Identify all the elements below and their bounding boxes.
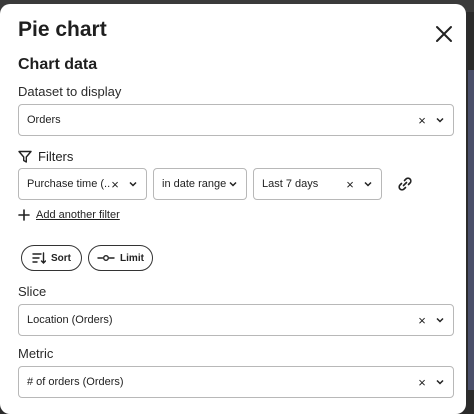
clear-value-icon[interactable]: × <box>345 178 355 191</box>
link-button[interactable] <box>395 174 415 194</box>
slice-label: Slice <box>18 284 47 299</box>
dialog-title: Pie chart <box>18 18 107 41</box>
chevron-down-icon[interactable] <box>363 179 373 189</box>
backdrop-edge <box>468 70 474 390</box>
chevron-down-icon[interactable] <box>228 179 238 189</box>
close-button[interactable] <box>432 22 456 46</box>
chevron-down-icon[interactable] <box>435 315 445 325</box>
metric-select[interactable]: # of orders (Orders) × <box>18 366 454 398</box>
limit-icon <box>97 255 115 261</box>
add-filter-label: Add another filter <box>36 209 120 221</box>
dataset-label: Dataset to display <box>18 84 122 99</box>
sort-label: Sort <box>51 252 71 264</box>
sort-button[interactable]: Sort <box>21 245 82 271</box>
chevron-down-icon[interactable] <box>435 115 445 125</box>
filter-operator-select[interactable]: in date range <box>153 168 247 200</box>
clear-slice-icon[interactable]: × <box>417 314 427 327</box>
clear-metric-icon[interactable]: × <box>417 376 427 389</box>
clear-dataset-icon[interactable]: × <box>417 114 427 127</box>
chevron-down-icon[interactable] <box>435 377 445 387</box>
limit-button[interactable]: Limit <box>88 245 153 271</box>
metric-label: Metric <box>18 346 54 361</box>
clear-field-icon[interactable]: × <box>110 178 120 191</box>
dataset-value: Orders <box>27 114 61 126</box>
pie-chart-dialog: Pie chart Chart data Dataset to display … <box>0 4 466 414</box>
filter-operator-value: in date range <box>162 178 227 190</box>
metric-value: # of orders (Orders) <box>27 376 124 388</box>
slice-select[interactable]: Location (Orders) × <box>18 304 454 336</box>
add-filter-button[interactable]: Add another filter <box>18 209 120 221</box>
filters-label: Filters <box>38 149 74 164</box>
section-title: Chart data <box>18 56 98 73</box>
chevron-down-icon[interactable] <box>128 179 138 189</box>
limit-label: Limit <box>120 252 144 264</box>
link-icon <box>398 177 412 191</box>
filter-value-value: Last 7 days <box>262 178 319 190</box>
filter-field-value: Purchase time (... <box>27 178 110 190</box>
filter-field-select[interactable]: Purchase time (... × <box>18 168 147 200</box>
dataset-select[interactable]: Orders × <box>18 104 454 136</box>
plus-icon <box>18 209 30 221</box>
close-icon <box>436 26 452 42</box>
slice-value: Location (Orders) <box>27 314 113 326</box>
funnel-icon <box>18 150 32 163</box>
filter-value-select[interactable]: Last 7 days × <box>253 168 382 200</box>
filters-header: Filters <box>18 149 73 164</box>
sort-icon <box>32 252 46 264</box>
